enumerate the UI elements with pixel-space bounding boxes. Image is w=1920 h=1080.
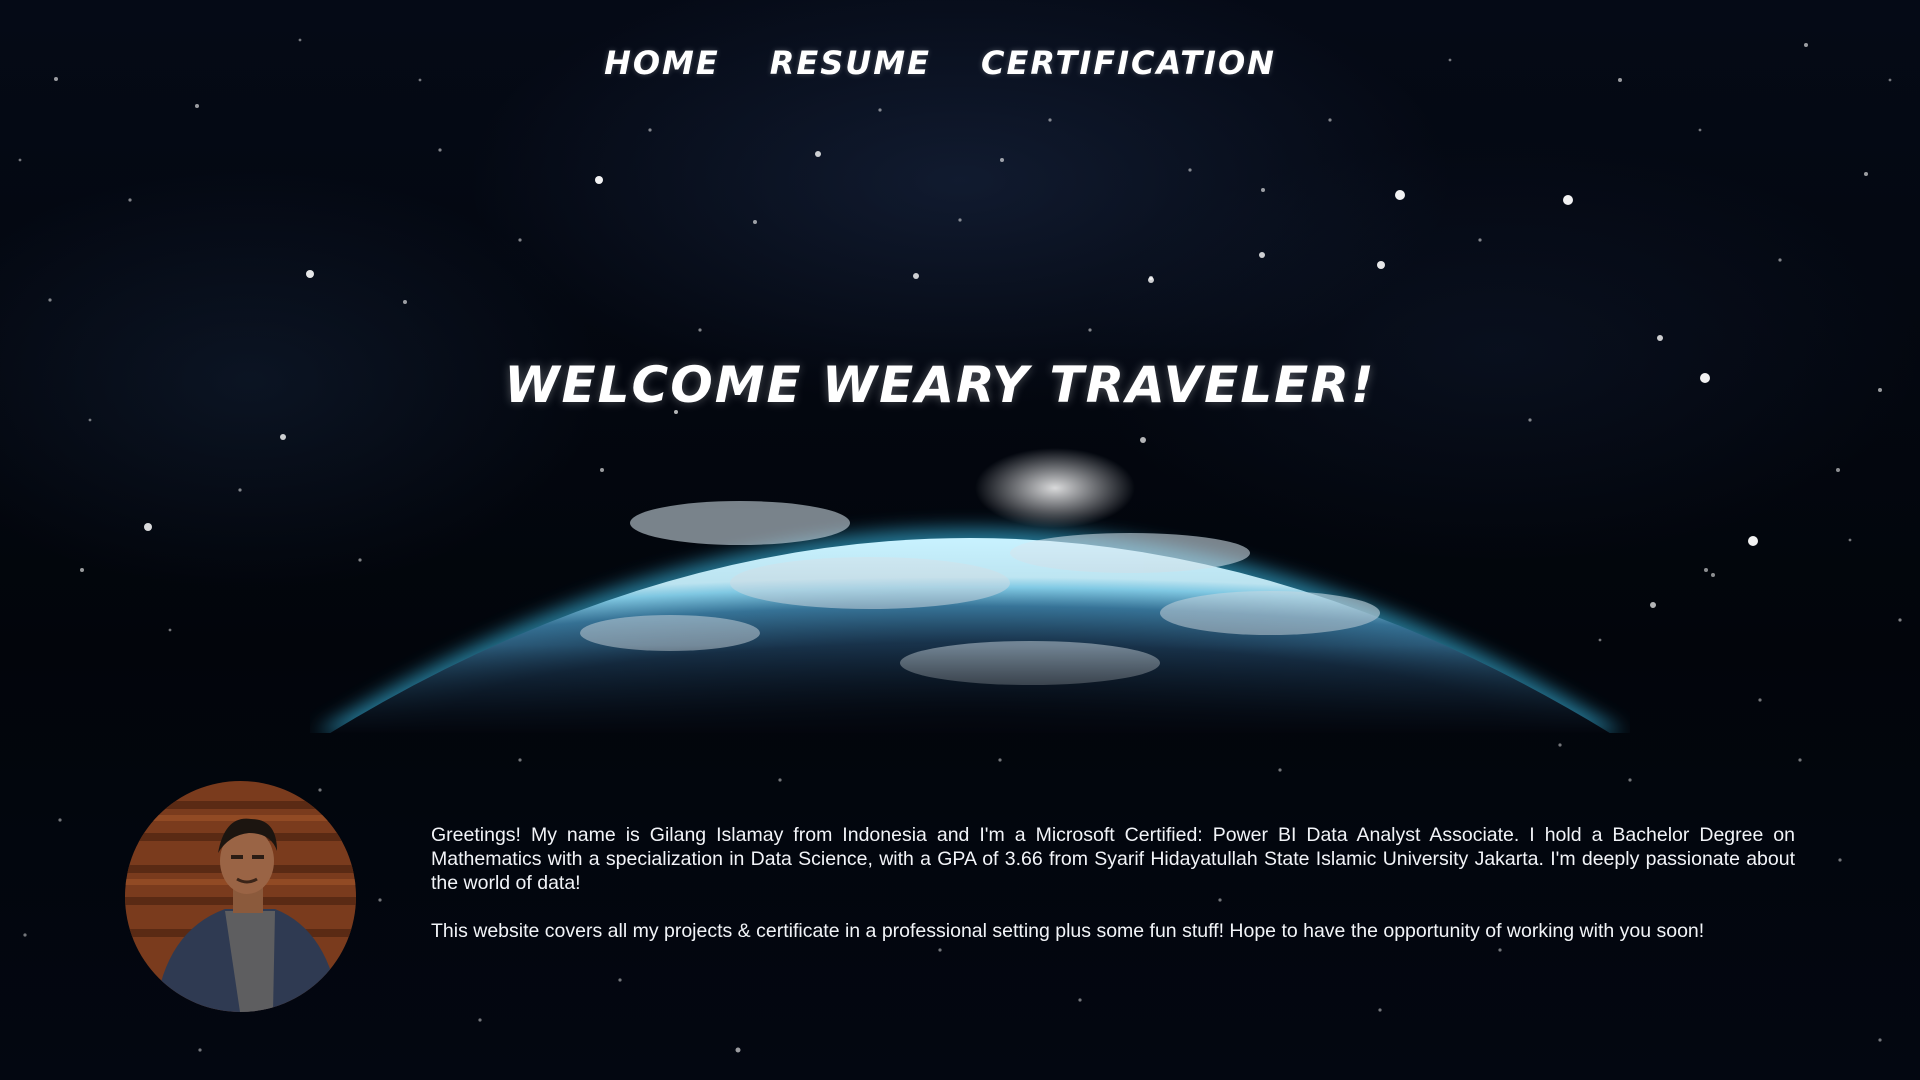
hero-title: WELCOME WEARY TRAVELER!	[504, 356, 1376, 414]
about-section: Greetings! My name is Gilang Islamay fro…	[431, 823, 1795, 967]
nav-resume-link[interactable]: RESUME	[770, 44, 931, 82]
nav-home-link[interactable]: HOME	[604, 44, 720, 82]
bio-paragraph: This website covers all my projects & ce…	[431, 920, 1705, 942]
main-navigation: HOME RESUME CERTIFICATION	[0, 44, 1920, 82]
nav-certification-link[interactable]: CERTIFICATION	[981, 44, 1276, 82]
page: HOME RESUME CERTIFICATION WELCOME WEARY …	[0, 0, 1920, 1080]
profile-photo	[125, 781, 356, 1012]
bio-paragraph: Greetings! My name is Gilang Islamay fro…	[431, 824, 1795, 894]
earth-horizon-image	[315, 448, 1625, 733]
